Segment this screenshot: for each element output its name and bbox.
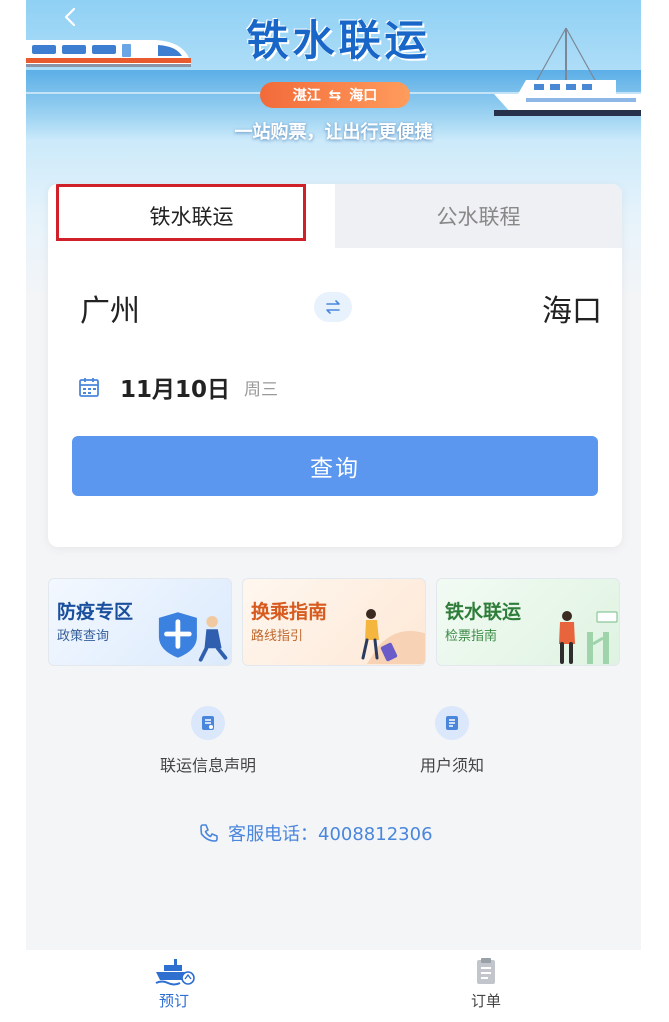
document-icon: [191, 706, 225, 740]
notice-icon: [435, 706, 469, 740]
service-phone-text: 客服电话：4008812306: [228, 824, 433, 845]
guide-card-transfer[interactable]: 换乘指南 路线指引: [242, 578, 426, 666]
route-from: 湛江: [292, 88, 321, 104]
search-button[interactable]: 查询: [72, 436, 598, 496]
arrival-city[interactable]: 海口: [542, 286, 602, 330]
date-selector[interactable]: 11月10日 周三: [78, 370, 278, 404]
calendar-icon: [79, 378, 99, 397]
guide-title: 防疫专区: [57, 601, 134, 623]
user-notice-label: 用户须知: [419, 756, 484, 775]
guide-subtitle: 路线指引: [251, 629, 304, 644]
nav-booking[interactable]: 预订: [114, 956, 234, 1011]
route-to: 海口: [349, 88, 378, 104]
page-title: 铁水联运: [246, 16, 431, 65]
guide-title: 换乘指南: [251, 601, 328, 623]
swap-arrows-icon: ⇆: [328, 86, 342, 104]
route-badge: 湛江 ⇆ 海口: [260, 82, 410, 108]
info-statement-link[interactable]: 联运信息声明: [128, 706, 288, 776]
ship-illustration: [494, 27, 641, 116]
guide-title: 铁水联运: [445, 601, 522, 623]
nav-orders[interactable]: 订单: [426, 956, 546, 1011]
user-notice-link[interactable]: 用户须知: [372, 706, 532, 776]
booking-tabs: 铁水联运 公水联程: [48, 184, 622, 248]
order-list-icon: [477, 958, 495, 984]
guide-subtitle: 政策查询: [57, 629, 110, 644]
shield-icon: [158, 612, 228, 662]
nav-orders-label: 订单: [470, 992, 501, 1010]
info-statement-label: 联运信息声明: [159, 756, 256, 775]
guide-subtitle: 检票指南: [445, 629, 498, 644]
back-arrow-icon[interactable]: [60, 6, 82, 28]
guide-card-ticket[interactable]: 铁水联运 检票指南: [436, 578, 620, 666]
ship-booking-icon: [155, 959, 195, 986]
slogan: 一站购票，让出行更便捷: [234, 122, 433, 143]
traveler-icon: [361, 609, 425, 664]
booking-card: 铁水联运 公水联程 广州 海口 11月10日 周三 查询: [48, 184, 622, 547]
app-screen: 铁水联运 湛江 ⇆ 海口 一站购票，让出行更便捷 铁水联运 公水联程 广州 海口: [26, 0, 641, 1022]
nav-booking-label: 预订: [158, 992, 189, 1010]
swap-icon: [326, 300, 340, 314]
ticket-gate-icon: [559, 611, 618, 664]
travel-date: 11月10日: [120, 377, 231, 403]
train-illustration: [26, 40, 191, 67]
departure-city[interactable]: 广州: [80, 286, 140, 330]
swap-cities-button[interactable]: [314, 292, 352, 322]
phone-icon: [200, 824, 218, 842]
bottom-nav: 预订 订单: [26, 950, 641, 1022]
guide-card-epidemic[interactable]: 防疫专区 政策查询: [48, 578, 232, 666]
travel-weekday: 周三: [244, 379, 279, 400]
tab-road-water[interactable]: 公水联程: [335, 184, 622, 248]
customer-service-phone[interactable]: 客服电话：4008812306: [198, 820, 433, 846]
tab-highlight-box: [56, 184, 306, 241]
